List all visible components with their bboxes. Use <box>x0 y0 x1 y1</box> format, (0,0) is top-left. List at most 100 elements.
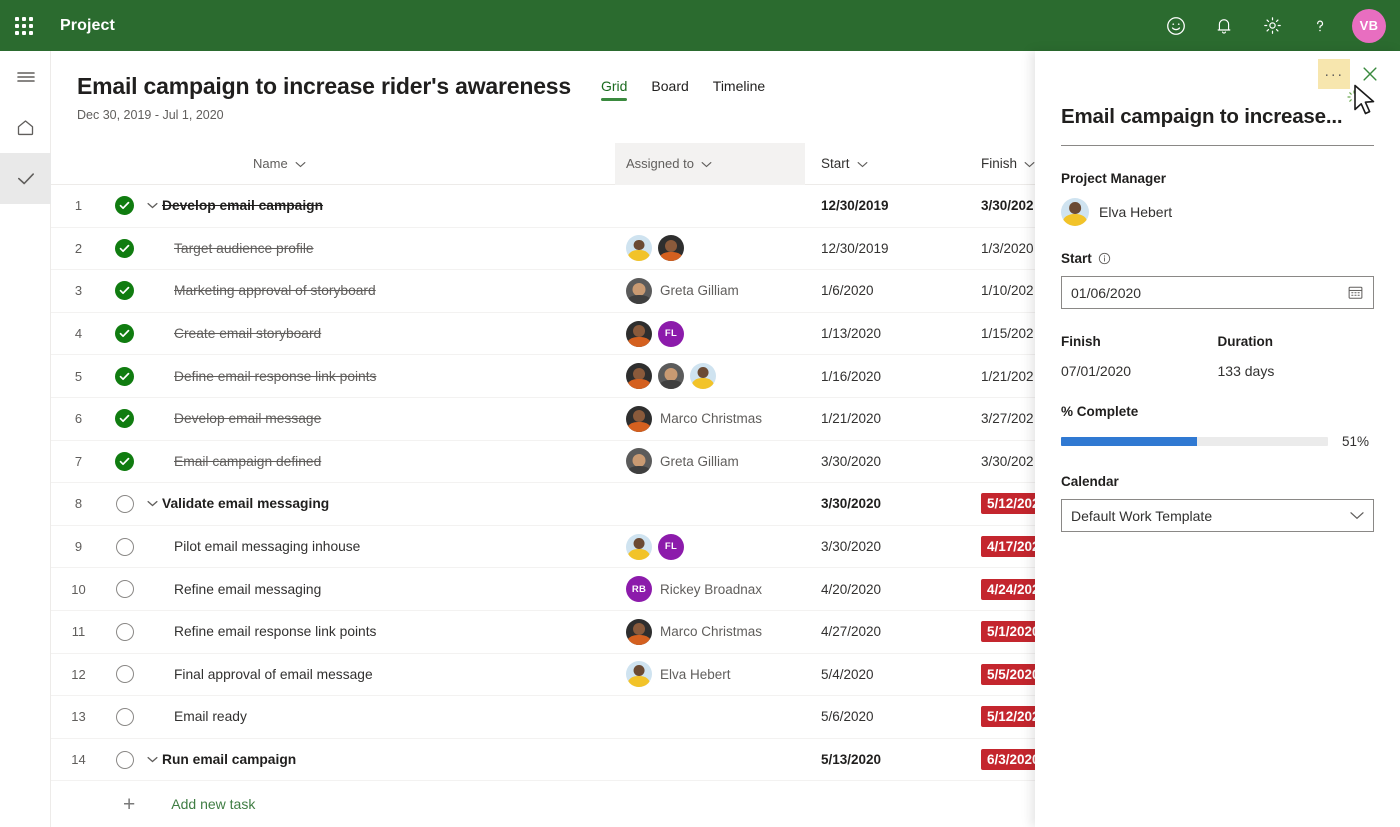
project-manager-value[interactable]: Elva Hebert <box>1061 198 1374 226</box>
task-name-label: Email ready <box>174 709 247 725</box>
task-name-cell[interactable]: Pilot email messaging inhouse <box>143 539 615 554</box>
assigned-to-cell[interactable]: FL <box>615 320 805 347</box>
start-date-cell[interactable]: 1/13/2020 <box>805 326 965 341</box>
row-number: 13 <box>71 709 86 725</box>
task-incomplete-circle-icon[interactable] <box>115 750 134 769</box>
start-date-cell[interactable]: 3/30/2020 <box>805 539 965 554</box>
task-incomplete-circle-icon[interactable] <box>115 707 134 726</box>
assigned-to-cell[interactable]: Greta Gilliam <box>615 448 805 475</box>
column-header-name[interactable]: Name <box>143 143 615 185</box>
more-options-button[interactable]: ··· <box>1318 59 1350 89</box>
task-incomplete-circle-icon[interactable] <box>115 622 134 641</box>
start-date-cell[interactable]: 3/30/2020 <box>805 496 965 511</box>
column-header-name-label: Name <box>253 156 288 171</box>
task-name-cell[interactable]: Email ready <box>143 709 615 724</box>
chevron-down-icon[interactable] <box>147 500 158 507</box>
start-date-cell[interactable]: 3/30/2020 <box>805 454 965 469</box>
start-date-cell[interactable]: 4/27/2020 <box>805 624 965 639</box>
smiley-icon[interactable] <box>1152 0 1200 51</box>
start-date-cell[interactable]: 1/21/2020 <box>805 411 965 426</box>
avatar-stack <box>626 448 658 475</box>
task-complete-checkmark-icon[interactable] <box>115 324 134 344</box>
start-date-cell[interactable]: 1/16/2020 <box>805 369 965 384</box>
finish-date-value: 1/15/202 <box>981 326 1034 342</box>
assigned-to-cell[interactable]: Elva Hebert <box>615 661 805 688</box>
panel-divider <box>1061 145 1374 146</box>
task-name-cell[interactable]: Email campaign defined <box>143 454 615 469</box>
percent-complete-row: 51% <box>1061 434 1374 449</box>
task-name-cell[interactable]: Refine email messaging <box>143 582 615 597</box>
calendar-select[interactable]: Default Work Template <box>1061 499 1374 532</box>
close-icon[interactable] <box>1356 60 1384 88</box>
duration-field: Duration 133 days <box>1218 334 1375 379</box>
row-number: 5 <box>74 368 83 384</box>
task-complete-checkmark-icon[interactable] <box>115 238 134 258</box>
assigned-to-cell[interactable]: FL <box>615 533 805 560</box>
start-date-value: 1/16/2020 <box>821 368 882 384</box>
task-incomplete-circle-icon[interactable] <box>115 665 134 684</box>
progress-bar[interactable] <box>1061 437 1328 446</box>
task-name-cell[interactable]: Validate email messaging <box>143 496 615 511</box>
help-icon[interactable] <box>1296 0 1344 51</box>
column-header-assigned-to[interactable]: Assigned to <box>615 142 805 185</box>
app-title[interactable]: Project <box>60 17 115 35</box>
chevron-down-icon <box>857 156 868 171</box>
task-incomplete-circle-icon[interactable] <box>115 580 134 599</box>
finish-value: 07/01/2020 <box>1061 363 1132 379</box>
assigned-to-cell[interactable]: Marco Christmas <box>615 405 805 432</box>
start-label: Start <box>1061 251 1374 266</box>
tab-grid[interactable]: Grid <box>600 75 628 101</box>
task-name-cell[interactable]: Marketing approval of storyboard <box>143 283 615 298</box>
assigned-to-cell[interactable] <box>615 363 805 390</box>
tab-timeline[interactable]: Timeline <box>713 75 765 101</box>
task-name-cell[interactable]: Final approval of email message <box>143 667 615 682</box>
app-launcher-icon[interactable] <box>0 0 48 51</box>
task-name-cell[interactable]: Refine email response link points <box>143 624 615 639</box>
assigned-to-cell[interactable] <box>615 235 805 262</box>
info-icon[interactable] <box>1098 252 1111 265</box>
gear-icon[interactable] <box>1248 0 1296 51</box>
assigned-to-cell[interactable]: RB Rickey Broadnax <box>615 576 805 603</box>
task-name-label: Target audience profile <box>174 240 314 256</box>
start-date-cell[interactable]: 12/30/2019 <box>805 198 965 213</box>
start-date-cell[interactable]: 5/6/2020 <box>805 709 965 724</box>
task-complete-checkmark-icon[interactable] <box>115 409 134 429</box>
sidebar-item-tasks[interactable] <box>0 153 51 204</box>
task-incomplete-circle-icon[interactable] <box>115 494 134 513</box>
task-name-cell[interactable]: Run email campaign <box>143 752 615 767</box>
chevron-down-icon[interactable] <box>147 756 158 763</box>
start-date-cell[interactable]: 4/20/2020 <box>805 582 965 597</box>
column-header-start[interactable]: Start <box>805 143 965 185</box>
task-status-cell <box>106 580 143 599</box>
home-icon[interactable] <box>0 102 51 153</box>
chevron-down-icon <box>701 156 712 171</box>
bell-icon[interactable] <box>1200 0 1248 51</box>
avatar-stack <box>626 363 722 390</box>
task-complete-checkmark-icon[interactable] <box>115 281 134 301</box>
chevron-down-icon[interactable] <box>147 202 158 209</box>
task-name-cell[interactable]: Target audience profile <box>143 241 615 256</box>
task-complete-checkmark-icon[interactable] <box>115 451 134 471</box>
percent-complete-label: % Complete <box>1061 404 1374 419</box>
tab-board[interactable]: Board <box>651 75 688 101</box>
row-number: 1 <box>74 198 83 214</box>
start-date-cell[interactable]: 12/30/2019 <box>805 241 965 256</box>
project-manager-label-text: Project Manager <box>1061 171 1167 186</box>
task-status-cell <box>106 196 143 216</box>
start-date-cell[interactable]: 5/4/2020 <box>805 667 965 682</box>
task-incomplete-circle-icon[interactable] <box>115 537 134 556</box>
task-complete-checkmark-icon[interactable] <box>115 196 134 216</box>
hamburger-icon[interactable] <box>0 51 51 102</box>
task-complete-checkmark-icon[interactable] <box>115 366 134 386</box>
calendar-icon[interactable] <box>1347 284 1364 301</box>
start-date-input[interactable]: 01/06/2020 <box>1061 276 1374 309</box>
assigned-to-cell[interactable]: Greta Gilliam <box>615 277 805 304</box>
start-date-cell[interactable]: 5/13/2020 <box>805 752 965 767</box>
avatar[interactable]: VB <box>1352 8 1386 43</box>
task-name-cell[interactable]: Define email response link points <box>143 369 615 384</box>
task-name-cell[interactable]: Create email storyboard <box>143 326 615 341</box>
task-name-cell[interactable]: Develop email campaign <box>143 198 615 213</box>
assigned-to-cell[interactable]: Marco Christmas <box>615 618 805 645</box>
task-name-cell[interactable]: Develop email message <box>143 411 615 426</box>
start-date-cell[interactable]: 1/6/2020 <box>805 283 965 298</box>
